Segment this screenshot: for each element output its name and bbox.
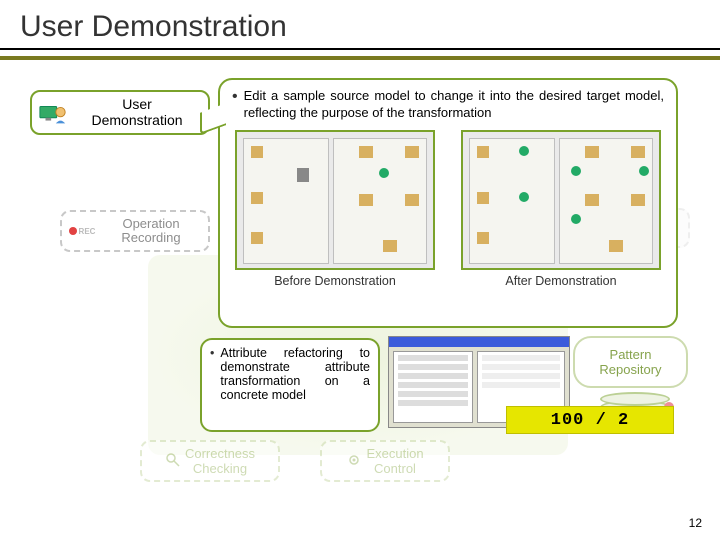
pattern-repository-box: Pattern Repository [573,336,688,388]
secondary-callout: Attribute refactoring to demonstrate att… [200,338,380,432]
page-title: User Demonstration [0,0,720,48]
user-monitor-icon [38,99,66,127]
user-demonstration-box: User Demonstration [30,90,210,135]
execution-control-box: Execution Control [320,440,450,482]
correctness-checking-box: Correctness Checking [140,440,280,482]
callout2-text: Attribute refactoring to demonstrate att… [220,346,370,402]
before-column: Before Demonstration [235,130,435,288]
title-underline [0,48,720,50]
page-number: 12 [689,516,702,530]
before-caption: Before Demonstration [274,274,396,288]
after-caption: After Demonstration [505,274,616,288]
slide-root: User Demonstration User Demonstration RE… [0,0,720,540]
callout2-bullet: Attribute refactoring to demonstrate att… [210,346,370,402]
after-thumbnail [461,130,661,270]
correctness-label: Correctness Checking [185,446,255,476]
operation-recording-label: Operation Recording [100,217,202,246]
callout-text: Edit a sample source model to change it … [244,88,664,122]
magnifier-icon [165,452,181,471]
after-column: After Demonstration [461,130,661,288]
pattern-repository-label: Pattern Repository [599,347,661,377]
ratio-value: 100 / 2 [551,411,629,430]
titlebar [389,337,569,347]
title-accent-bar [0,56,720,60]
gear-icon [346,452,362,471]
rec-icon: REC [68,221,96,241]
execution-label: Execution Control [366,446,423,476]
main-callout: Edit a sample source model to change it … [218,78,678,328]
operation-recording-box: REC Operation Recording [60,210,210,252]
user-demonstration-label: User Demonstration [72,97,202,128]
before-thumbnail [235,130,435,270]
ratio-highlight: 100 / 2 [506,406,674,434]
callout-bullet: Edit a sample source model to change it … [232,88,664,122]
properties-left-pane [393,351,473,423]
thumbnail-row: Before Demonstration [232,130,664,288]
